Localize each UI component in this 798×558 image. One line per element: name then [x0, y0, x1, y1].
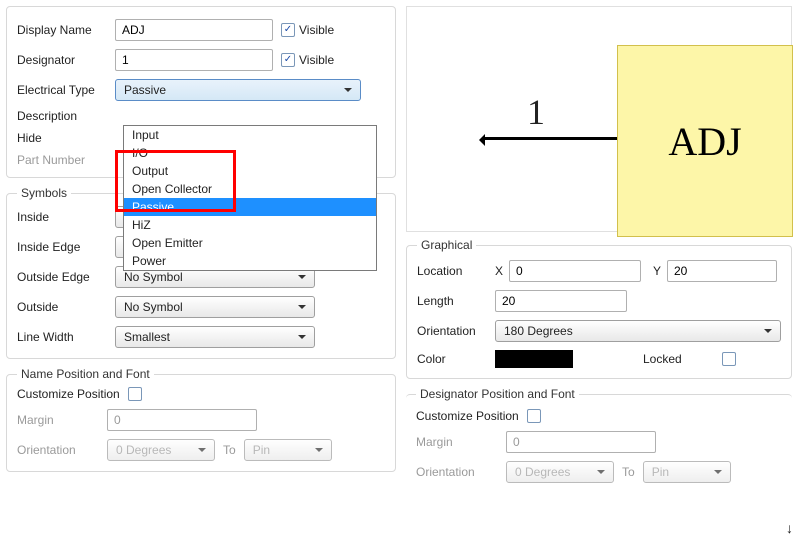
electrical-type-option[interactable]: Power [124, 252, 376, 270]
preview-name: ADJ [668, 118, 741, 165]
electrical-type-dropdown[interactable]: InputI/OOutputOpen CollectorPassiveHiZOp… [123, 125, 377, 271]
name-margin-input [107, 409, 257, 431]
name-position-legend: Name Position and Font [17, 367, 154, 381]
customize-position-checkbox[interactable] [128, 387, 142, 401]
text-caret-indicator: ↓ [786, 522, 793, 538]
desig-customize-position-checkbox[interactable] [527, 409, 541, 423]
desig-customize-position-label: Customize Position [416, 409, 519, 423]
desig-margin-label: Margin [416, 435, 506, 449]
desig-to-label: To [622, 465, 635, 479]
location-label: Location [417, 264, 495, 278]
description-label: Description [17, 109, 115, 123]
electrical-type-option[interactable]: Output [124, 162, 376, 180]
length-input[interactable] [495, 290, 627, 312]
location-x-label: X [495, 264, 509, 278]
display-name-input[interactable] [115, 19, 273, 41]
display-name-label: Display Name [17, 23, 115, 37]
location-y-label: Y [653, 264, 667, 278]
line-width-select[interactable]: Smallest [115, 326, 315, 348]
preview-pane: 1 ADJ [406, 6, 792, 232]
electrical-type-option[interactable]: Open Emitter [124, 234, 376, 252]
preview-body: ADJ [617, 45, 793, 237]
electrical-type-option[interactable]: Open Collector [124, 180, 376, 198]
locked-label: Locked [643, 352, 682, 366]
location-x-input[interactable] [509, 260, 641, 282]
desig-margin-input [506, 431, 656, 453]
name-orientation-label: Orientation [17, 443, 107, 457]
designator-visible-checkbox[interactable] [281, 53, 295, 67]
location-y-input[interactable] [667, 260, 777, 282]
desig-orientation-label: Orientation [416, 465, 506, 479]
electrical-type-label: Electrical Type [17, 83, 115, 97]
electrical-type-option[interactable]: Input [124, 126, 376, 144]
electrical-type-option[interactable]: HiZ [124, 216, 376, 234]
preview-pin-arrow [473, 134, 485, 146]
preview-pin-line [483, 137, 617, 140]
name-to-select: Pin [244, 439, 332, 461]
graphical-orientation-label: Orientation [417, 324, 495, 338]
desig-orientation-select: 0 Degrees [506, 461, 614, 483]
designator-visible-label: Visible [299, 53, 334, 67]
color-swatch[interactable] [495, 350, 573, 368]
desig-to-select: Pin [643, 461, 731, 483]
inside-label: Inside [17, 210, 115, 224]
name-orientation-select: 0 Degrees [107, 439, 215, 461]
designator-label: Designator [17, 53, 115, 67]
display-name-visible-label: Visible [299, 23, 334, 37]
color-label: Color [417, 352, 495, 366]
name-to-label: To [223, 443, 236, 457]
hide-label: Hide [17, 131, 115, 145]
inside-edge-label: Inside Edge [17, 240, 115, 254]
preview-designator: 1 [527, 91, 545, 133]
display-name-visible-checkbox[interactable] [281, 23, 295, 37]
electrical-type-option[interactable]: Passive [124, 198, 376, 216]
electrical-type-option[interactable]: I/O [124, 144, 376, 162]
outside-edge-label: Outside Edge [17, 270, 115, 284]
outside-select[interactable]: No Symbol [115, 296, 315, 318]
symbols-legend: Symbols [17, 186, 71, 200]
customize-position-label: Customize Position [17, 387, 120, 401]
locked-checkbox[interactable] [722, 352, 736, 366]
graphical-legend: Graphical [417, 238, 476, 252]
electrical-type-select[interactable]: Passive [115, 79, 361, 101]
line-width-label: Line Width [17, 330, 115, 344]
designator-input[interactable] [115, 49, 273, 71]
graphical-orientation-select[interactable]: 180 Degrees [495, 320, 781, 342]
part-number-label: Part Number [17, 153, 115, 167]
name-margin-label: Margin [17, 413, 107, 427]
length-label: Length [417, 294, 495, 308]
outside-label: Outside [17, 300, 115, 314]
designator-position-legend: Designator Position and Font [416, 387, 579, 401]
